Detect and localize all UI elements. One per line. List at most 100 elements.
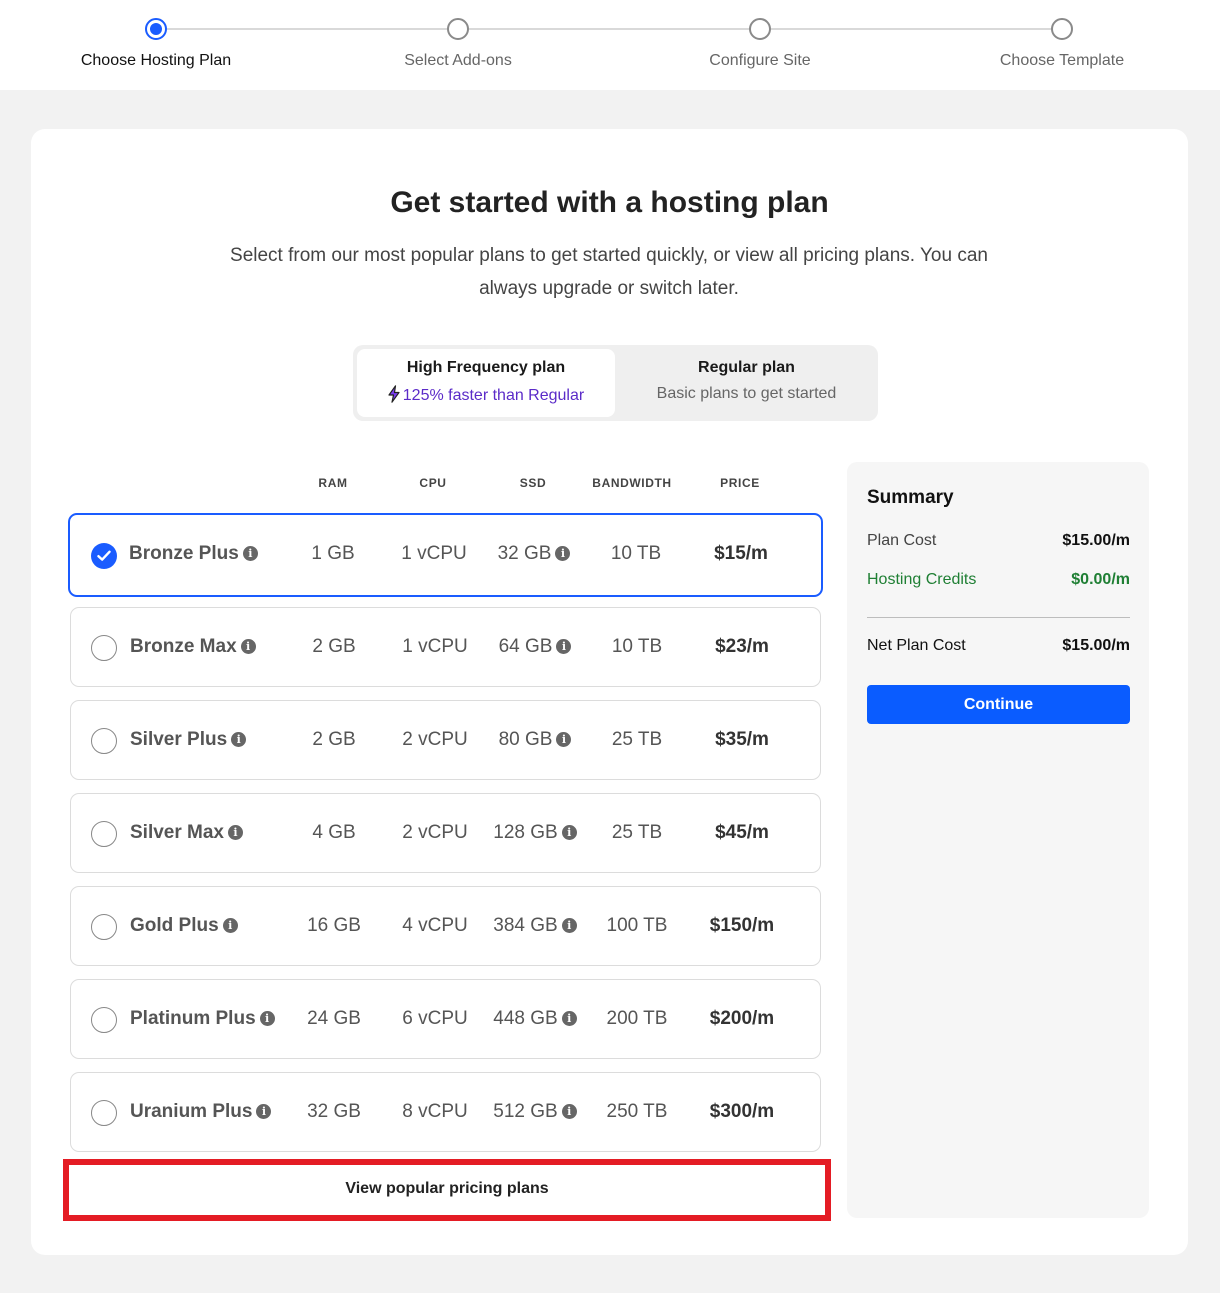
info-icon[interactable]: i [556,732,572,747]
plan-cpu: 2 vCPU [402,729,468,750]
plan-ram: 2 GB [312,729,356,750]
plan-name: Gold Plus i [130,915,238,937]
plan-cpu: 6 vCPU [402,1008,468,1029]
plan-radio[interactable] [91,635,117,661]
plan-row-gold-plus[interactable]: Gold Plus i 16 GB 4 vCPU 384 GB i 100 TB $… [70,886,821,966]
plan-price: $35/m [715,729,769,750]
info-icon[interactable]: i [256,1104,272,1119]
plan-ssd: 512 GB i [480,1101,590,1123]
step-label: Choose Hosting Plan [80,52,232,69]
plan-row-silver-plus[interactable]: Silver Plus i 2 GB 2 vCPU 80 GB i 25 TB $3… [70,700,821,780]
plan-row-uranium-plus[interactable]: Uranium Plus i 32 GB 8 vCPU 512 GB i 250 T… [70,1072,821,1152]
lightning-bolt-icon [388,385,400,408]
info-icon[interactable]: i [231,732,247,747]
info-icon[interactable]: i [555,546,571,561]
progress-stepper: Choose Hosting Plan Select Add-ons Confi… [0,0,1220,90]
plan-cpu: 1 vCPU [401,543,467,564]
step-label: Configure Site [709,52,811,69]
option-subtitle-text: 125% faster than Regular [402,387,585,404]
plan-cpu: 8 vCPU [402,1101,468,1122]
plan-price: $150/m [709,915,775,936]
plan-cost-label: Plan Cost [867,532,937,549]
step-choose-hosting-plan[interactable]: Choose Hosting Plan [56,18,256,70]
plan-name: Bronze Plus i [129,543,258,565]
column-header-ram: RAM [318,476,348,490]
step-indicator [447,18,469,40]
page-subtitle: Select from our most popular plans to ge… [230,245,988,299]
plan-name: Uranium Plus i [130,1101,272,1123]
page-title: Get started with a hosting plan [390,186,829,219]
net-plan-cost-label: Net Plan Cost [867,637,966,654]
plan-ram: 4 GB [312,822,356,843]
plan-radio[interactable] [91,821,117,847]
plan-price: $200/m [709,1008,775,1029]
info-icon[interactable]: i [556,639,572,654]
view-popular-pricing-plans-button[interactable]: View popular pricing plans [63,1159,831,1221]
plan-radio[interactable] [91,914,117,940]
info-icon[interactable]: i [228,825,243,840]
net-plan-cost-value: $15.00/m [1062,637,1130,654]
plan-price: $23/m [715,636,769,657]
step-label: Choose Template [999,52,1125,69]
info-icon[interactable]: i [561,918,577,933]
plan-ssd: 128 GB i [480,822,590,844]
step-indicator [749,18,771,40]
plan-ssd: 64 GB i [480,636,590,658]
column-header-cpu: CPU [419,476,447,490]
stepper-line [156,28,1062,30]
step-label: Select Add-ons [404,52,512,69]
plan-bandwidth: 25 TB [611,822,663,843]
plan-row-platinum-plus[interactable]: Platinum Plus i 24 GB 6 vCPU 448 GB i 200 … [70,979,821,1059]
plan-bandwidth: 10 TB [610,543,662,564]
plan-ram: 16 GB [307,915,361,936]
info-icon[interactable]: i [242,546,258,561]
plan-bandwidth: 25 TB [611,729,663,750]
plan-radio[interactable] [91,728,117,754]
plan-bandwidth: 250 TB [606,1101,668,1122]
summary-panel: Summary Plan Cost $15.00/m Hosting Credi… [847,462,1149,1218]
hosting-plan-card: Get started with a hosting plan Select f… [31,129,1188,1255]
plan-cpu: 1 vCPU [402,636,468,657]
plan-type-toggle: High Frequency plan 125% faster than Reg… [353,345,878,421]
column-header-price: PRICE [720,476,760,490]
option-title: Regular plan [698,359,795,376]
plan-price: $15/m [714,543,768,564]
step-configure-site[interactable]: Configure Site [660,18,860,70]
continue-button[interactable]: Continue [867,685,1130,724]
plan-name: Platinum Plus i [130,1008,275,1030]
plan-price: $45/m [715,822,769,843]
plan-ssd: 80 GB i [480,729,590,751]
option-subtitle: 125% faster than Regular [357,385,615,408]
info-icon[interactable]: i [561,1104,577,1119]
column-header-ssd: SSD [519,476,547,490]
info-icon[interactable]: i [222,918,238,933]
plan-row-silver-max[interactable]: Silver Max i 4 GB 2 vCPU 128 GB i 25 TB $4… [70,793,821,873]
plan-row-bronze-plus[interactable]: Bronze Plus i 1 GB 1 vCPU 32 GB i 10 TB $1… [68,513,823,597]
regular-plan-option[interactable]: Regular plan Basic plans to get started [619,349,874,417]
plan-cpu: 2 vCPU [402,822,468,843]
plan-ram: 2 GB [312,636,356,657]
plan-radio[interactable] [91,1100,117,1126]
info-icon[interactable]: i [561,825,577,840]
plan-ram: 1 GB [311,543,355,564]
plan-ram: 32 GB [307,1101,361,1122]
plan-ssd: 32 GB i [479,543,589,565]
plan-name: Silver Max i [130,822,243,844]
step-choose-template[interactable]: Choose Template [962,18,1162,70]
info-icon[interactable]: i [561,1011,577,1026]
plan-radio-selected[interactable] [91,543,117,569]
plan-bandwidth: 200 TB [606,1008,668,1029]
plan-bandwidth: 100 TB [606,915,668,936]
plan-row-bronze-max[interactable]: Bronze Max i 2 GB 1 vCPU 64 GB i 10 TB $23… [70,607,821,687]
plan-radio[interactable] [91,1007,117,1033]
info-icon[interactable]: i [259,1011,275,1026]
hosting-credits-value: $0.00/m [1071,571,1130,588]
info-icon[interactable]: i [240,639,256,654]
step-select-add-ons[interactable]: Select Add-ons [358,18,558,70]
plan-ram: 24 GB [307,1008,361,1029]
plan-name: Bronze Max i [130,636,256,658]
plan-bandwidth: 10 TB [611,636,663,657]
plan-price: $300/m [709,1101,775,1122]
high-frequency-plan-option[interactable]: High Frequency plan 125% faster than Reg… [357,349,615,417]
plan-cpu: 4 vCPU [402,915,468,936]
